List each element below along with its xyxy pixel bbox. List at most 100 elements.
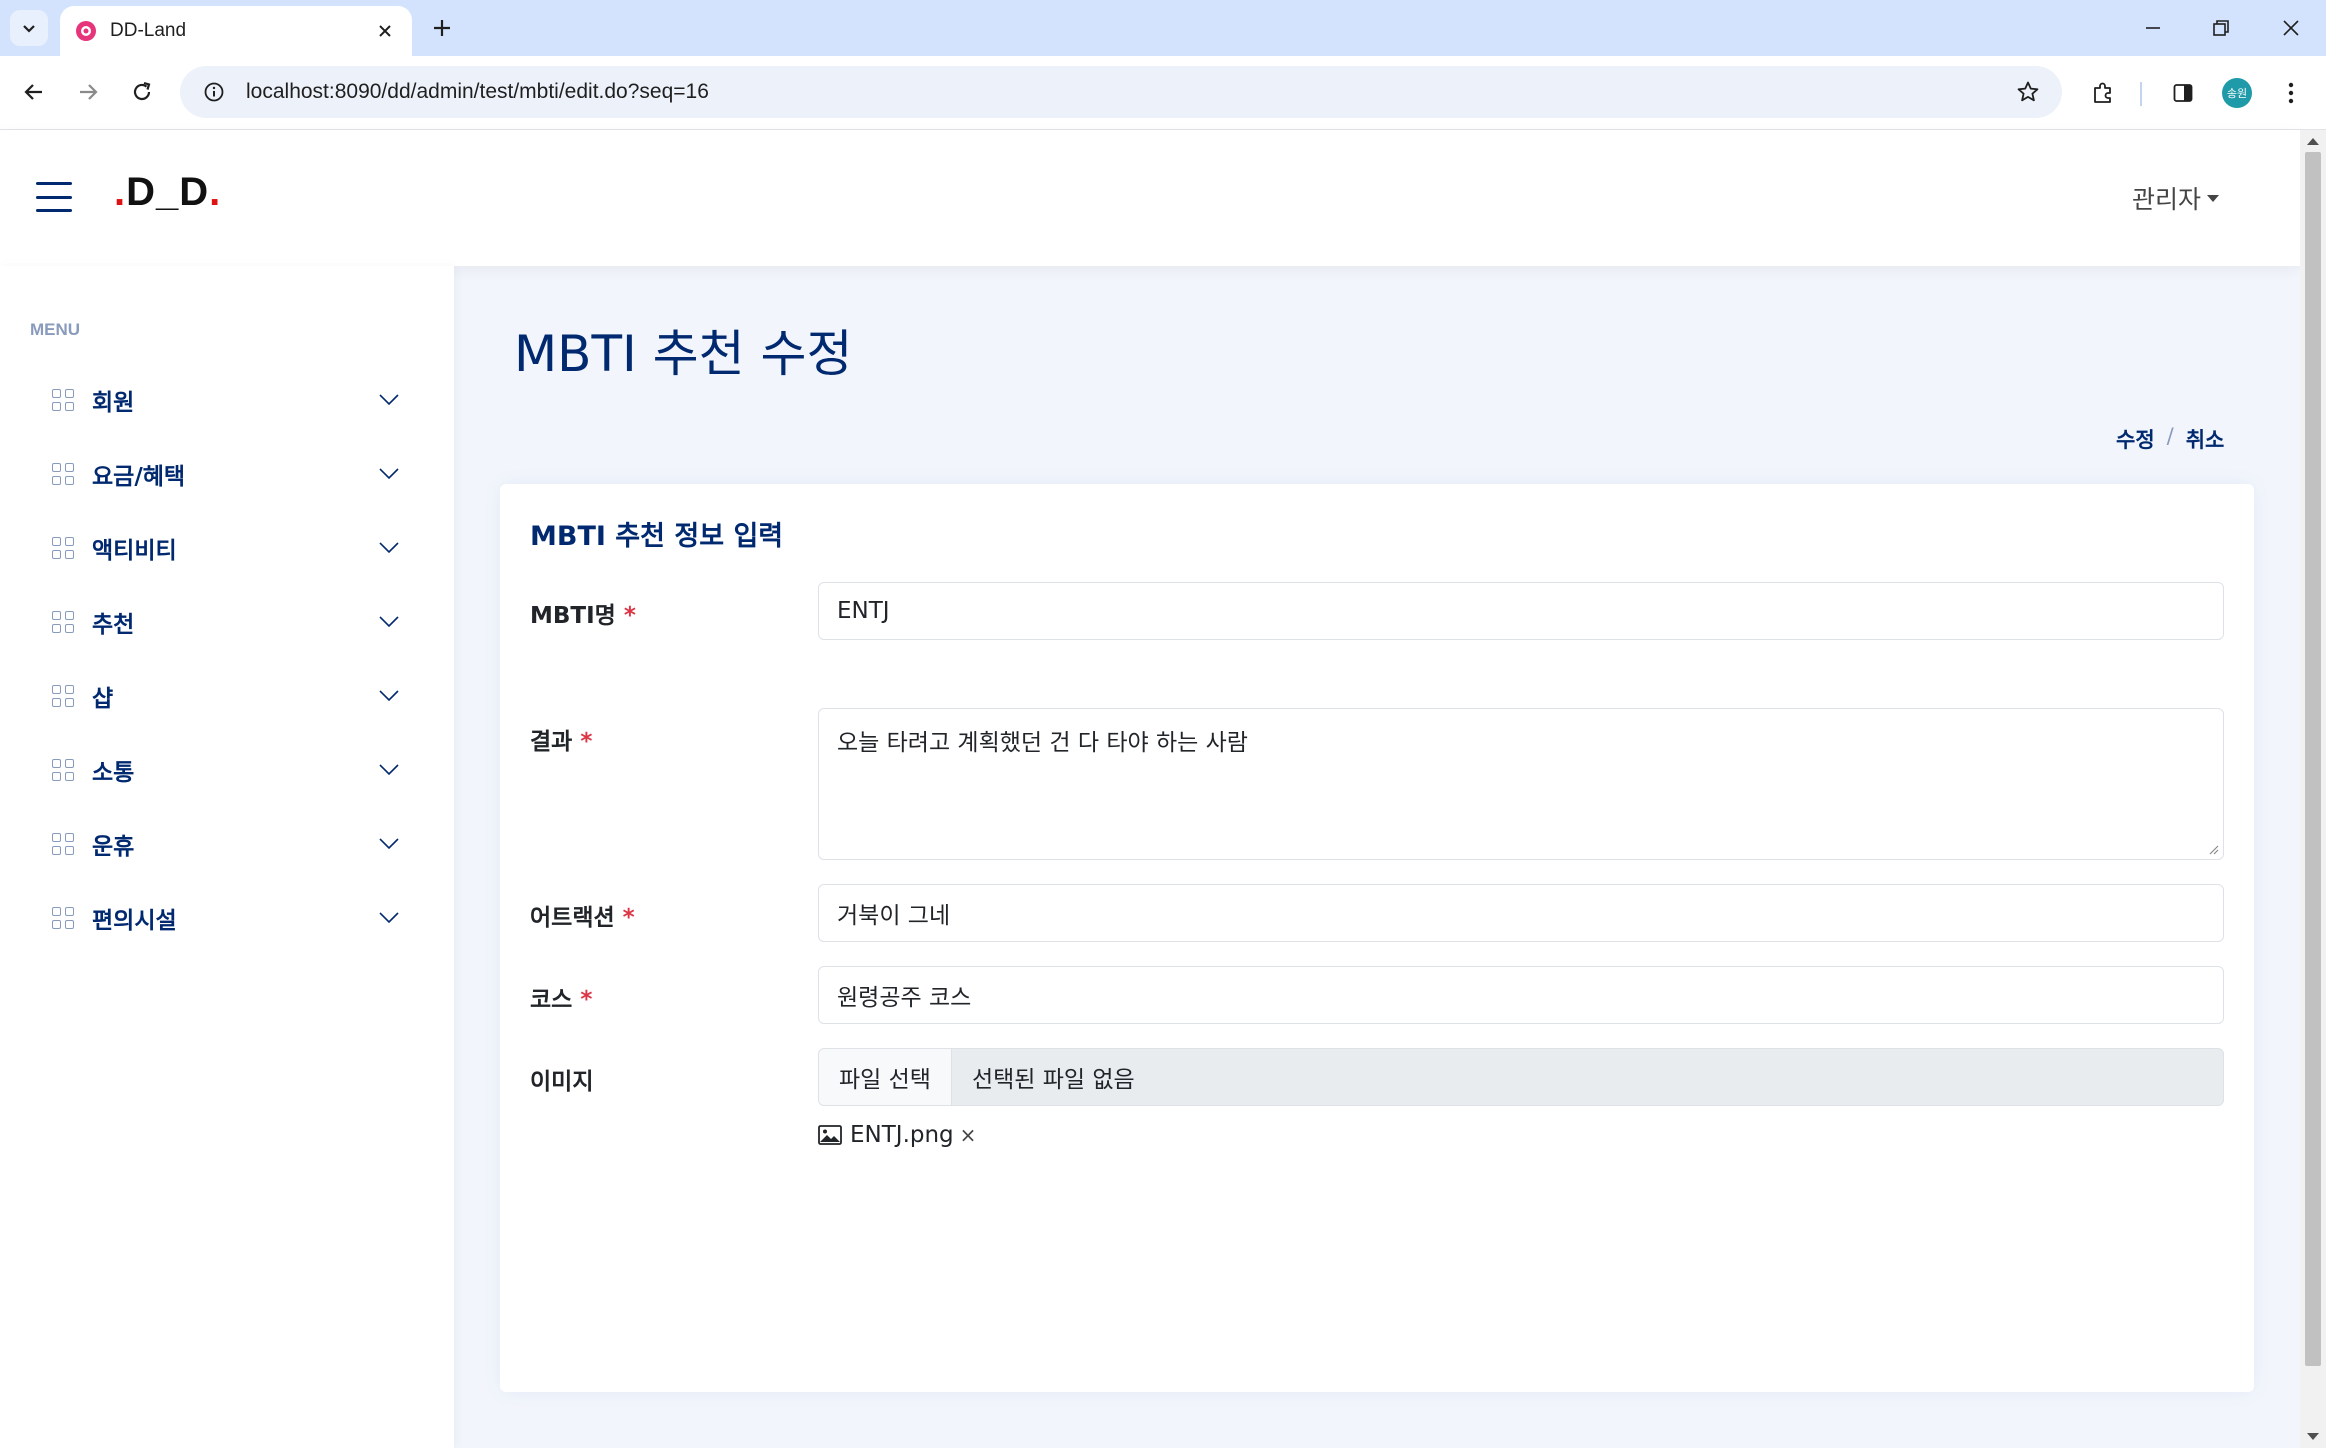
sidebar-item-label: 운휴 bbox=[92, 834, 135, 860]
grid-icon bbox=[52, 907, 74, 929]
result-textarea[interactable]: 오늘 타려고 계획했던 건 다 타야 하는 사람 bbox=[818, 708, 2224, 860]
forward-button[interactable] bbox=[68, 72, 108, 112]
required-mark: * bbox=[622, 905, 635, 931]
minimize-icon bbox=[2146, 27, 2160, 29]
image-icon bbox=[818, 1124, 844, 1146]
edit-link[interactable]: 수정 bbox=[2116, 424, 2155, 454]
chevron-down-icon bbox=[378, 759, 400, 781]
scroll-thumb[interactable] bbox=[2305, 152, 2321, 1366]
new-tab-button[interactable] bbox=[424, 10, 460, 46]
scroll-down-icon[interactable] bbox=[2307, 1433, 2319, 1440]
sidebar-item-communication[interactable]: 소통 bbox=[40, 742, 414, 798]
scroll-up-icon[interactable] bbox=[2307, 138, 2319, 145]
bookmark-star-icon[interactable] bbox=[2002, 66, 2054, 118]
attraction-label: 어트랙션 * bbox=[530, 898, 635, 932]
chevron-down-icon bbox=[378, 611, 400, 633]
course-label: 코스 * bbox=[530, 980, 592, 1014]
required-mark: * bbox=[580, 729, 593, 755]
attachment-filename[interactable]: ENTJ.png bbox=[850, 1122, 954, 1148]
page-title: MBTI 추천 수정 bbox=[514, 325, 853, 383]
sidebar-item-label: 요금/혜택 bbox=[92, 464, 186, 490]
file-status-text: 선택된 파일 없음 bbox=[971, 1067, 1135, 1093]
sidebar-item-activity[interactable]: 액티비티 bbox=[40, 520, 414, 576]
side-panel-icon bbox=[2173, 84, 2193, 102]
site-info-icon[interactable] bbox=[188, 66, 240, 118]
grid-icon bbox=[52, 833, 74, 855]
chevron-down-icon bbox=[23, 25, 35, 33]
restore-icon bbox=[2213, 20, 2229, 36]
sidebar-item-recommend[interactable]: 추천 bbox=[40, 594, 414, 650]
profile-avatar: 송원 bbox=[2222, 78, 2252, 108]
sidebar-heading: MENU bbox=[30, 320, 81, 339]
puzzle-icon bbox=[2094, 82, 2111, 103]
course-input[interactable]: 원령공주 코스 bbox=[818, 966, 2224, 1024]
profile-button[interactable]: 송원 bbox=[2216, 72, 2258, 114]
close-tab-icon[interactable] bbox=[372, 18, 398, 44]
minimize-button[interactable] bbox=[2118, 0, 2188, 56]
actions-separator: / bbox=[2166, 424, 2174, 448]
sidebar-item-closure[interactable]: 운휴 bbox=[40, 816, 414, 872]
result-textarea-value: 오늘 타려고 계획했던 건 다 타야 하는 사람 bbox=[837, 730, 1248, 756]
sidebar-item-shop[interactable]: 샵 bbox=[40, 668, 414, 724]
chevron-down-icon bbox=[378, 907, 400, 929]
choose-file-button[interactable]: 파일 선택 bbox=[819, 1049, 952, 1105]
resize-grip-icon[interactable] bbox=[2207, 843, 2219, 855]
sidebar-item-label: 회원 bbox=[92, 390, 135, 416]
extensions-button[interactable] bbox=[2082, 72, 2124, 114]
plus-icon bbox=[434, 20, 450, 36]
mbti-input[interactable]: ENTJ bbox=[818, 582, 2224, 640]
tab-title: DD-Land bbox=[110, 20, 187, 41]
form-card: MBTI 추천 정보 입력 MBTI명 * ENTJ 결과 * 오늘 타려고 계… bbox=[500, 484, 2254, 1392]
remove-attachment-icon[interactable]: × bbox=[960, 1123, 977, 1147]
back-button[interactable] bbox=[14, 72, 54, 112]
cancel-link[interactable]: 취소 bbox=[2186, 424, 2225, 454]
mbti-label: MBTI명 * bbox=[530, 596, 636, 630]
logo-dot: . bbox=[114, 170, 127, 214]
url-text[interactable]: localhost:8090/dd/admin/test/mbti/edit.d… bbox=[240, 80, 2002, 104]
grid-icon bbox=[52, 537, 74, 559]
close-icon bbox=[2283, 20, 2299, 36]
course-input-value: 원령공주 코스 bbox=[837, 985, 972, 1011]
caret-down-icon bbox=[2207, 194, 2220, 202]
reload-button[interactable] bbox=[122, 72, 162, 112]
sidebar-item-members[interactable]: 회원 bbox=[40, 372, 414, 428]
sidebar-item-fees[interactable]: 요금/혜택 bbox=[40, 446, 414, 502]
logo-text: D_D bbox=[126, 170, 210, 214]
sidebar-item-label: 추천 bbox=[92, 612, 135, 638]
arrow-left-icon bbox=[24, 84, 42, 100]
sidebar-item-label: 소통 bbox=[92, 760, 135, 786]
logo[interactable]: .D_D. bbox=[114, 170, 221, 215]
restore-button[interactable] bbox=[2186, 0, 2256, 56]
attached-file: ENTJ.png × bbox=[818, 1122, 976, 1148]
favicon-icon bbox=[74, 19, 98, 43]
page-scrollbar[interactable] bbox=[2300, 130, 2326, 1448]
arrow-right-icon bbox=[80, 84, 98, 100]
chevron-down-icon bbox=[378, 833, 400, 855]
result-label: 결과 * bbox=[530, 722, 592, 756]
app-header: .D_D. 관리자 bbox=[0, 130, 2300, 266]
card-title: MBTI 추천 정보 입력 bbox=[530, 521, 784, 552]
browser-menu-button[interactable] bbox=[2270, 72, 2312, 114]
address-bar[interactable]: localhost:8090/dd/admin/test/mbti/edit.d… bbox=[180, 66, 2062, 118]
browser-toolbar: localhost:8090/dd/admin/test/mbti/edit.d… bbox=[0, 56, 2326, 130]
hamburger-menu-icon[interactable] bbox=[36, 182, 72, 212]
chevron-down-icon bbox=[378, 685, 400, 707]
logo-dot: . bbox=[209, 170, 222, 214]
attraction-input-value: 거북이 그네 bbox=[837, 903, 951, 929]
mbti-label-text: MBTI명 bbox=[530, 603, 616, 629]
result-label-text: 결과 bbox=[530, 729, 573, 755]
side-panel-button[interactable] bbox=[2162, 72, 2204, 114]
browser-tab[interactable]: DD-Land bbox=[60, 6, 412, 56]
attraction-input[interactable]: 거북이 그네 bbox=[818, 884, 2224, 942]
sidebar: MENU 회원 요금/혜택 액티비티 추천 샵 소통 운휴 편의시설 bbox=[0, 266, 454, 1448]
required-mark: * bbox=[580, 987, 593, 1013]
tab-search-button[interactable] bbox=[10, 10, 48, 46]
user-dropdown[interactable]: 관리자 bbox=[2132, 180, 2220, 216]
grid-icon bbox=[52, 759, 74, 781]
sidebar-item-facilities[interactable]: 편의시설 bbox=[40, 890, 414, 946]
sidebar-item-label: 액티비티 bbox=[92, 538, 177, 564]
chevron-down-icon bbox=[378, 537, 400, 559]
reload-icon bbox=[133, 81, 151, 101]
image-file-input[interactable]: 파일 선택 선택된 파일 없음 bbox=[818, 1048, 2224, 1106]
close-window-button[interactable] bbox=[2256, 0, 2326, 56]
